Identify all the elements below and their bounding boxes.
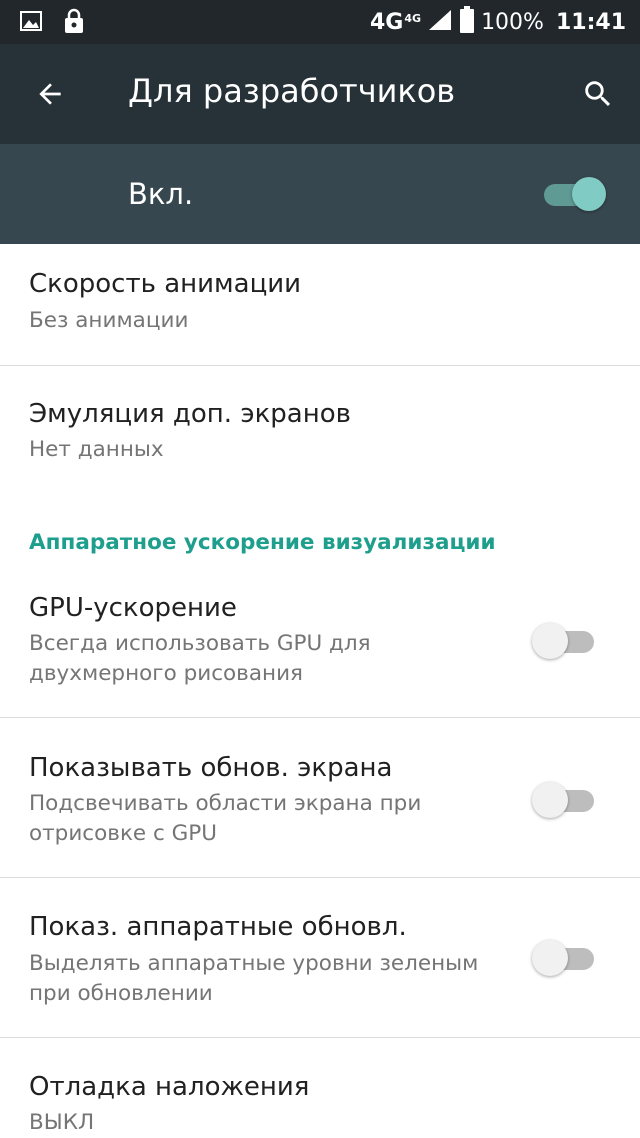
network-indicator: 4G 4G: [370, 9, 422, 35]
show-screen-updates-toggle[interactable]: [532, 780, 598, 820]
list-item-summary: Без анимации: [29, 308, 189, 333]
signal-icon: [427, 8, 453, 36]
list-item-animation-speed[interactable]: Скорость анимации Без анимации: [0, 244, 640, 365]
switch-thumb: [532, 782, 568, 818]
battery-icon: [459, 6, 475, 38]
list-item-show-screen-updates[interactable]: Показывать обнов. экрана Подсвечивать об…: [0, 718, 640, 877]
show-hardware-updates-toggle[interactable]: [532, 938, 598, 978]
list-item-show-hardware-updates[interactable]: Показ. аппаратные обновл. Выделять аппар…: [0, 878, 640, 1037]
search-button[interactable]: [570, 66, 626, 122]
list-item-title: Отладка наложения: [29, 1072, 310, 1102]
list-item-summary: Нет данных: [29, 437, 164, 462]
list-item-summary: ВЫКЛ: [29, 1110, 95, 1135]
master-switch[interactable]: [544, 176, 608, 212]
list-item-title: GPU-ускорение: [29, 593, 237, 623]
battery-percent: 100%: [481, 9, 544, 35]
list-item-title: Показывать обнов. экрана: [29, 753, 393, 783]
master-switch-label: Вкл.: [128, 177, 194, 211]
master-switch-bar[interactable]: Вкл.: [0, 144, 640, 244]
list-item-gpu-acceleration[interactable]: GPU-ускорение Всегда использовать GPU дл…: [0, 579, 640, 717]
status-bar: 4G 4G 100% 11:41: [0, 0, 640, 44]
switch-thumb: [532, 940, 568, 976]
app-bar: Для разработчиков: [0, 44, 640, 144]
clock: 11:41: [555, 9, 626, 35]
lock-icon: [64, 8, 84, 38]
list-item-title: Скорость анимации: [29, 269, 302, 299]
page-title: Для разработчиков: [128, 72, 456, 110]
gpu-acceleration-toggle[interactable]: [532, 621, 598, 661]
switch-thumb: [532, 623, 568, 659]
list-item-summary: Подсвечивать области экрана при отрисовке…: [29, 791, 422, 846]
list-item-debug-overdraw[interactable]: Отладка наложения ВЫКЛ: [0, 1038, 640, 1138]
switch-thumb: [572, 177, 606, 211]
list-item-secondary-displays[interactable]: Эмуляция доп. экранов Нет данных: [0, 366, 640, 494]
list-item-title: Показ. аппаратные обновл.: [29, 912, 407, 942]
search-icon: [585, 81, 611, 107]
list-item-title: Эмуляция доп. экранов: [29, 399, 351, 429]
list-item-summary: Всегда использовать GPU для двухмерного р…: [29, 631, 371, 686]
back-button[interactable]: [22, 66, 78, 122]
image-icon: [20, 10, 42, 36]
section-header: Аппаратное ускорение визуализации: [29, 530, 496, 555]
arrow-back-icon: [39, 83, 61, 105]
list-item-summary: Выделять аппаратные уровни зеленым при об…: [29, 951, 479, 1006]
